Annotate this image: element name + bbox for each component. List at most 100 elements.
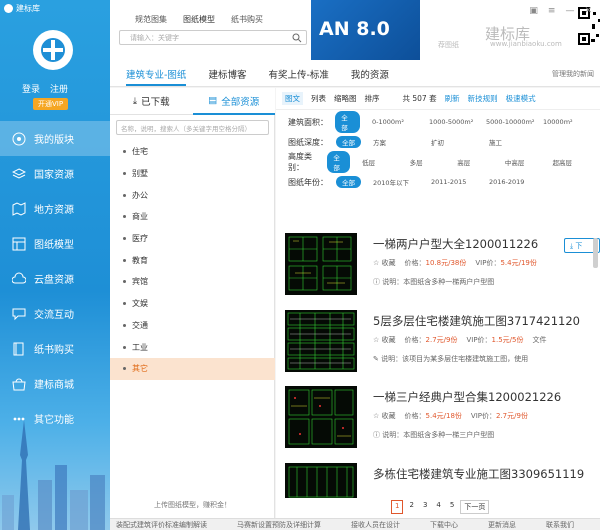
filter-option[interactable]: 5000-10000m² <box>486 118 543 126</box>
page-button-current[interactable]: 1 <box>391 500 404 514</box>
category-item[interactable]: 工业 <box>110 336 275 358</box>
favorite-button[interactable]: ☆ 收藏 <box>373 335 396 345</box>
update-link[interactable]: 更新消息 <box>488 520 516 530</box>
tab-downloaded[interactable]: ⤓ 已下载 <box>110 88 193 115</box>
minimize-icon[interactable]: — <box>565 6 574 16</box>
resource-title[interactable]: 一梯两户户型大全1200011226 <box>373 236 538 252</box>
refresh-link[interactable]: 刷新 <box>445 93 460 104</box>
page-button[interactable]: 2 <box>406 500 416 514</box>
filter-option-selected[interactable]: 全部 <box>335 111 360 133</box>
resource-item[interactable]: 多栋住宅楼建筑专业施工图3309651119 <box>276 458 600 498</box>
register-link[interactable]: 注册 <box>50 82 68 95</box>
resource-title[interactable]: 多栋住宅楼建筑专业施工图3309651119 <box>373 466 584 482</box>
category-item[interactable]: 宾馆 <box>110 271 275 293</box>
category-item[interactable]: 办公 <box>110 184 275 206</box>
tab-architecture-drawings[interactable]: 建筑专业-图纸 <box>126 67 187 86</box>
search-input[interactable]: 请输入：关键字 <box>130 33 179 43</box>
sidebar-item-books[interactable]: 纸书购买 <box>0 331 110 366</box>
sidebar-item-shop[interactable]: 建标商城 <box>0 366 110 401</box>
news-link[interactable]: 马赛新设置预防及详细计算 <box>237 520 321 530</box>
category-item[interactable]: 住宅 <box>110 141 275 163</box>
drawing-thumbnail[interactable] <box>285 386 357 448</box>
tab-books[interactable]: 纸书购买 <box>231 14 263 25</box>
drawing-thumbnail[interactable] <box>285 233 357 295</box>
view-thumbnail-button[interactable]: 缩略图 <box>334 93 357 104</box>
filter-option-selected[interactable]: 全部 <box>336 136 361 148</box>
resource-item[interactable]: 5层多层住宅楼建筑施工图3717421120 ☆ 收藏 价格：2.7元/9份 V… <box>276 305 600 380</box>
news-link[interactable]: 装配式建筑评价标准编制解读 <box>116 520 207 530</box>
news-link[interactable]: 接收人员在设计 <box>351 520 400 530</box>
contact-link[interactable]: 联系我们 <box>546 520 574 530</box>
tab-blog[interactable]: 建标博客 <box>208 67 246 86</box>
resource-item[interactable]: 一梯两户户型大全1200011226 ⤓ 下 ☆ 收藏 价格：10.8元/38份… <box>276 228 600 303</box>
page-button[interactable]: 4 <box>433 500 443 514</box>
filter-option[interactable]: 2010年以下 <box>373 177 431 187</box>
window-controls: ▣ ≡ — ✕ <box>529 6 592 16</box>
fast-mode-link[interactable]: 极速模式 <box>506 93 536 104</box>
login-link[interactable]: 登录 <box>22 82 40 95</box>
filter-option[interactable]: 低层 <box>362 157 410 167</box>
close-icon[interactable]: ✕ <box>584 6 592 16</box>
tab-drawings[interactable]: 图纸模型 <box>183 14 215 25</box>
sidebar-item-cloud[interactable]: 云盘资源 <box>0 261 110 296</box>
category-item[interactable]: 别墅 <box>110 163 275 185</box>
download-center-link[interactable]: 下载中心 <box>430 520 458 530</box>
tab-all-resources[interactable]: ▤ 全部资源 <box>192 88 275 115</box>
category-item[interactable]: 文娱 <box>110 293 275 315</box>
filter-option-selected[interactable]: 全部 <box>336 176 361 188</box>
tab-upload-reward[interactable]: 有奖上传-标准 <box>268 67 328 86</box>
tab-standards[interactable]: 规范图集 <box>135 14 167 25</box>
tab-my-resources[interactable]: 我的资源 <box>351 67 389 86</box>
sidebar-item-my-section[interactable]: 我的版块 <box>0 121 110 156</box>
resource-title[interactable]: 一梯三户经典户型合集1200021226 <box>373 389 561 405</box>
vip-button[interactable]: 开通VIP <box>33 98 69 110</box>
category-item[interactable]: 教育 <box>110 249 275 271</box>
skin-icon[interactable]: ▣ <box>529 6 538 16</box>
page-button[interactable]: 3 <box>420 500 430 514</box>
page-button[interactable]: 5 <box>447 500 457 514</box>
drawing-thumbnail[interactable] <box>285 310 357 372</box>
sort-button[interactable]: 排序 <box>365 93 380 104</box>
category-item[interactable]: 交通 <box>110 315 275 337</box>
filter-option[interactable]: 方案 <box>373 137 431 147</box>
filter-option[interactable]: 0-1000m² <box>372 118 429 126</box>
filter-option[interactable]: 中高层 <box>505 157 553 167</box>
category-search-input[interactable]: 名称，说明，搜索人（多关键字用空格分隔） <box>116 120 269 135</box>
manage-news-link[interactable]: 管理我的新闻 <box>552 69 594 79</box>
filter-option-selected[interactable]: 全部 <box>327 151 351 173</box>
sidebar-item-drawings[interactable]: 图纸模型 <box>0 226 110 261</box>
search-box[interactable]: 请输入：关键字 <box>119 30 307 45</box>
view-image-text-button[interactable]: 图文 <box>282 92 303 105</box>
filter-option[interactable]: 多层 <box>410 157 458 167</box>
scrollbar-thumb[interactable] <box>593 238 598 268</box>
sidebar-item-local[interactable]: 地方资源 <box>0 191 110 226</box>
category-item[interactable]: 商业 <box>110 206 275 228</box>
menu-icon[interactable]: ≡ <box>548 6 556 16</box>
sidebar-item-community[interactable]: 交流互动 <box>0 296 110 331</box>
favorite-button[interactable]: ☆ 收藏 <box>373 411 396 421</box>
filter-option[interactable]: 扩初 <box>431 137 489 147</box>
rules-link[interactable]: 新技规则 <box>468 93 498 104</box>
category-item-selected[interactable]: 其它 <box>110 357 275 380</box>
app-window: 建标库 登录 注册 开通VIP 我的版块 国家资源 地方资源 图纸模型 云盘资源… <box>0 0 600 530</box>
filter-option[interactable]: 10000m² <box>543 118 600 126</box>
filter-option[interactable]: 高层 <box>457 157 505 167</box>
next-page-button[interactable]: 下一页 <box>460 500 490 514</box>
filter-option[interactable]: 1000-5000m² <box>429 118 486 126</box>
filter-option[interactable]: 施工 <box>489 137 547 147</box>
blueprint-icon <box>12 237 26 250</box>
view-list-button[interactable]: 列表 <box>311 93 326 104</box>
resource-item[interactable]: 一梯三户经典户型合集1200021226 ☆ 收藏 价格：5.4元/18份 VI… <box>276 381 600 456</box>
upload-promo-link[interactable]: 上传图纸模型，赚积金！ <box>110 500 275 510</box>
resource-title[interactable]: 5层多层住宅楼建筑施工图3717421120 <box>373 313 580 329</box>
drawing-thumbnail[interactable] <box>285 463 357 498</box>
price-label: 价格： <box>404 336 426 344</box>
search-icon[interactable] <box>292 33 302 43</box>
ad-banner[interactable]: AN 8.0 <box>311 0 600 60</box>
category-item[interactable]: 医疗 <box>110 228 275 250</box>
filter-option[interactable]: 超高层 <box>552 157 600 167</box>
favorite-button[interactable]: ☆ 收藏 <box>373 258 396 268</box>
filter-option[interactable]: 2011-2015 <box>431 178 489 186</box>
filter-option[interactable]: 2016-2019 <box>489 178 547 186</box>
sidebar-item-national[interactable]: 国家资源 <box>0 156 110 191</box>
